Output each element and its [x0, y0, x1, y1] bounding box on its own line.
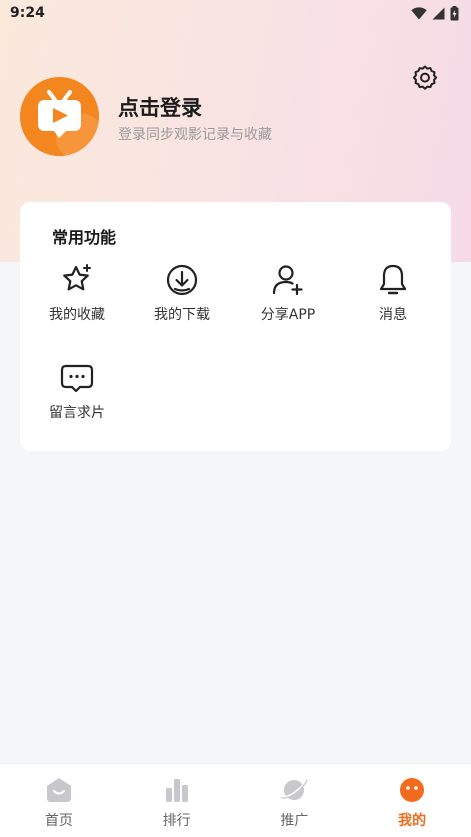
gear-icon — [412, 65, 438, 90]
settings-button[interactable] — [408, 61, 442, 95]
tv-logo-icon — [20, 77, 99, 156]
cell-signal-icon — [432, 7, 445, 19]
tab-mine-label: 我的 — [398, 813, 427, 829]
request-movie-button[interactable]: 留言求片 — [32, 360, 122, 422]
status-time: 9:24 — [10, 5, 45, 21]
tab-ranking-label: 排行 — [162, 813, 191, 829]
bar-chart-icon — [165, 779, 188, 802]
section-title: 常用功能 — [52, 228, 117, 247]
share-app-button[interactable]: 分享APP — [243, 262, 333, 324]
bottom-tab-bar: 首页 排行 推广 我的 — [0, 763, 471, 837]
login-title[interactable]: 点击登录 — [118, 92, 202, 122]
favorites-button[interactable]: 我的收藏 — [32, 262, 122, 324]
downloads-label: 我的下载 — [154, 307, 210, 323]
status-icons — [411, 5, 459, 21]
app-logo-avatar[interactable] — [20, 77, 99, 156]
tab-home[interactable]: 首页 — [0, 764, 118, 837]
messages-label: 消息 — [379, 307, 407, 323]
star-icon — [63, 264, 91, 291]
download-icon — [166, 264, 198, 296]
smiley-icon — [400, 778, 425, 802]
add-user-icon — [272, 265, 303, 296]
tab-mine[interactable]: 我的 — [353, 764, 471, 837]
request-movie-label: 留言求片 — [49, 405, 105, 421]
bell-icon — [379, 264, 407, 295]
tab-promote[interactable]: 推广 — [236, 764, 354, 837]
tab-promote-label: 推广 — [280, 813, 309, 829]
favorites-label: 我的收藏 — [49, 307, 105, 323]
common-functions-card: 常用功能 我的收藏 我的下载 分享APP 消息 留言求片 — [20, 202, 451, 451]
status-bar: 9:24 — [0, 0, 471, 26]
share-app-label: 分享APP — [260, 307, 316, 323]
home-icon — [46, 778, 71, 802]
chat-icon — [60, 364, 94, 393]
downloads-button[interactable]: 我的下载 — [137, 262, 227, 324]
planet-icon — [280, 778, 309, 800]
wifi-icon — [411, 6, 427, 19]
tab-home-label: 首页 — [44, 813, 73, 829]
battery-icon — [450, 5, 459, 20]
tab-ranking[interactable]: 排行 — [118, 764, 236, 837]
login-subtitle: 登录同步观影记录与收藏 — [118, 127, 272, 143]
messages-button[interactable]: 消息 — [348, 262, 438, 324]
